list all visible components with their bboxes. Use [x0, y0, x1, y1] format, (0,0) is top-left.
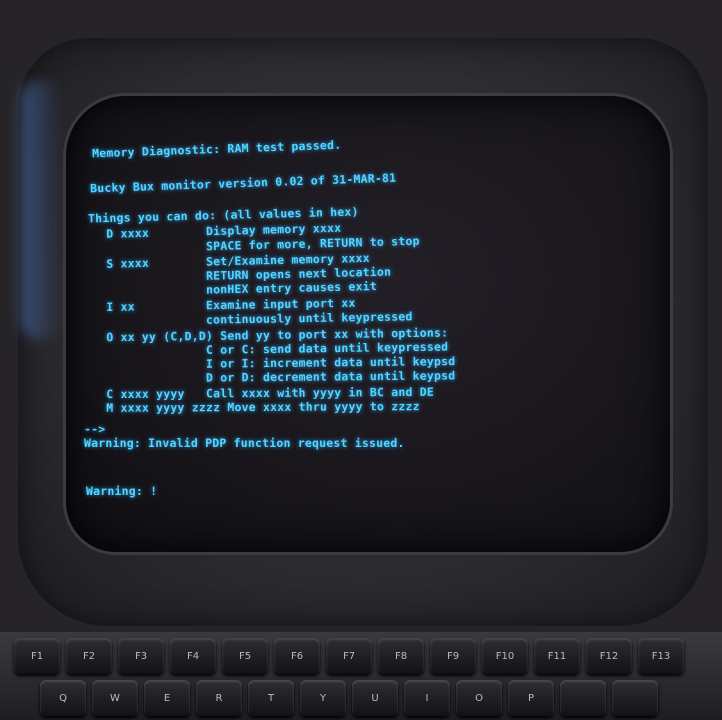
key[interactable]: F6 — [274, 638, 320, 674]
key[interactable]: T — [248, 680, 294, 716]
key[interactable]: W — [92, 680, 138, 716]
key[interactable]: F5 — [222, 638, 268, 674]
key[interactable]: F11 — [534, 638, 580, 674]
terminal-line: Memory Diagnostic: RAM test passed. — [91, 137, 342, 161]
key[interactable]: R — [196, 680, 242, 716]
key[interactable]: F12 — [586, 638, 632, 674]
key[interactable]: Y — [300, 680, 346, 716]
key[interactable]: I — [404, 680, 450, 716]
key[interactable]: F9 — [430, 638, 476, 674]
screen-glare — [20, 80, 60, 340]
key[interactable]: O — [456, 680, 502, 716]
terminal-line: M xxxx yyyy zzzz Move xxxx thru yyyy to … — [91, 399, 420, 415]
key[interactable]: P — [508, 680, 554, 716]
terminal-warning: Warning: ! — [86, 484, 158, 498]
terminal-line: Bucky Bux monitor version 0.02 of 31-MAR… — [89, 170, 397, 196]
key[interactable] — [560, 680, 606, 716]
key[interactable]: F4 — [170, 638, 216, 674]
keyboard: F1 F2 F3 F4 F5 F6 F7 F8 F9 F10 F11 F12 F… — [0, 632, 722, 720]
terminal-prompt: --> — [84, 422, 106, 436]
key[interactable]: F10 — [482, 638, 528, 674]
key[interactable]: F13 — [638, 638, 684, 674]
keyboard-row-top: F1 F2 F3 F4 F5 F6 F7 F8 F9 F10 F11 F12 F… — [0, 638, 722, 678]
key[interactable]: F3 — [118, 638, 164, 674]
key[interactable]: F8 — [378, 638, 424, 674]
key[interactable] — [612, 680, 658, 716]
key[interactable]: F2 — [66, 638, 112, 674]
terminal-warning: Warning: Invalid PDP function request is… — [84, 436, 405, 450]
key[interactable]: Q — [40, 680, 86, 716]
keyboard-row-qwerty: Q W E R T Y U I O P — [0, 680, 722, 720]
key[interactable]: E — [144, 680, 190, 716]
key[interactable]: U — [352, 680, 398, 716]
key[interactable]: F1 — [14, 638, 60, 674]
terminal-line: D or D: decrement data until keypsd — [91, 368, 456, 386]
crt-screen: Memory Diagnostic: RAM test passed. Buck… — [66, 96, 670, 552]
key[interactable]: F7 — [326, 638, 372, 674]
